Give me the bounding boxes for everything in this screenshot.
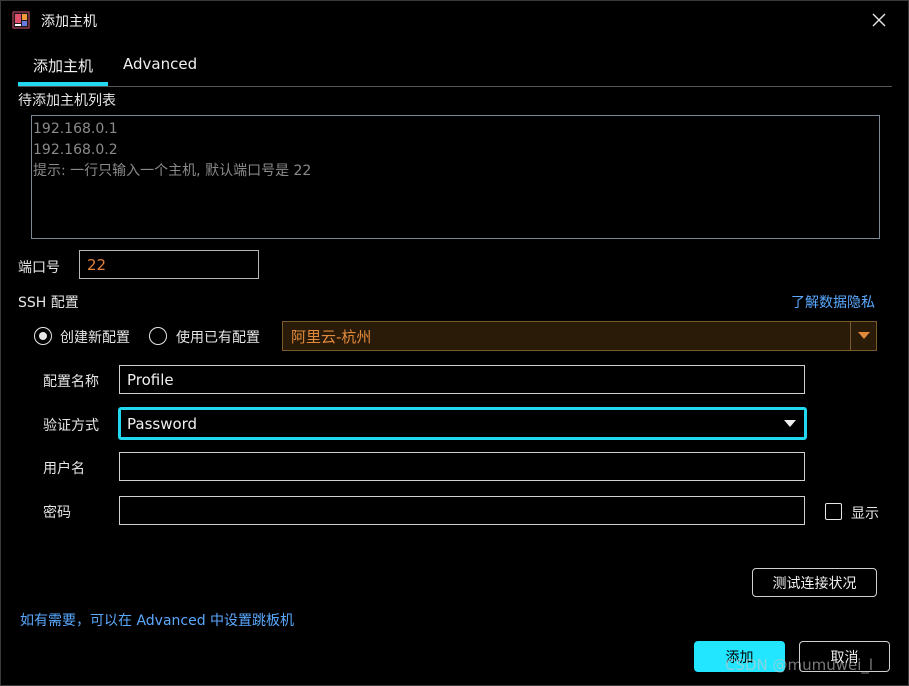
show-password-label[interactable]: 显示 [851,503,879,523]
window-title: 添加主机 [41,14,97,30]
close-button[interactable] [867,9,891,31]
auth-method-select[interactable]: Password [118,407,807,440]
existing-profile-value: 阿里云-杭州 [291,327,372,346]
radio-new-config-label[interactable]: 创建新配置 [60,327,130,347]
radio-existing-config[interactable] [149,327,167,345]
auth-method-label: 验证方式 [43,418,99,434]
show-password-checkbox[interactable] [825,503,842,520]
username-input[interactable] [119,452,805,481]
profile-name-label: 配置名称 [43,374,99,390]
host-list-line: 192.168.0.1 [33,121,118,137]
auth-method-value: Password [127,414,198,433]
tab-advanced[interactable]: Advanced [123,55,197,73]
tab-add-host[interactable]: 添加主机 [33,55,93,76]
profile-name-input[interactable]: Profile [119,365,805,394]
host-list-hint: 提示: 一行只输入一个主机, 默认端口号是 22 [33,163,312,179]
password-input[interactable] [119,496,805,525]
chevron-down-icon[interactable] [850,322,876,350]
existing-profile-select[interactable]: 阿里云-杭州 [282,321,877,351]
chevron-down-icon [784,420,796,427]
radio-selected-dot [39,332,47,340]
csdn-watermark: CSDN @mumuwei_l [725,656,874,674]
close-icon [872,13,886,27]
port-label: 端口号 [18,260,60,276]
test-connection-button[interactable]: 测试连接状况 [752,568,877,597]
password-label: 密码 [43,505,71,521]
port-input[interactable]: 22 [79,250,259,279]
host-list-textarea[interactable]: 192.168.0.1 192.168.0.2 提示: 一行只输入一个主机, 默… [31,115,880,239]
add-host-dialog: 添加主机 添加主机 Advanced 待添加主机列表 192.168.0.1 1… [0,0,909,686]
host-list-line: 192.168.0.2 [33,142,118,158]
advanced-hint-link[interactable]: 如有需要，可以在 Advanced 中设置跳板机 [20,610,294,630]
username-label: 用户名 [43,461,85,477]
app-logo-icon [11,10,31,30]
tabs-divider [18,86,892,87]
host-list-label: 待添加主机列表 [18,93,116,109]
radio-new-config[interactable] [34,327,52,345]
ssh-config-label: SSH 配置 [18,295,79,311]
radio-existing-config-label[interactable]: 使用已有配置 [176,327,260,347]
data-privacy-link[interactable]: 了解数据隐私 [791,292,875,312]
